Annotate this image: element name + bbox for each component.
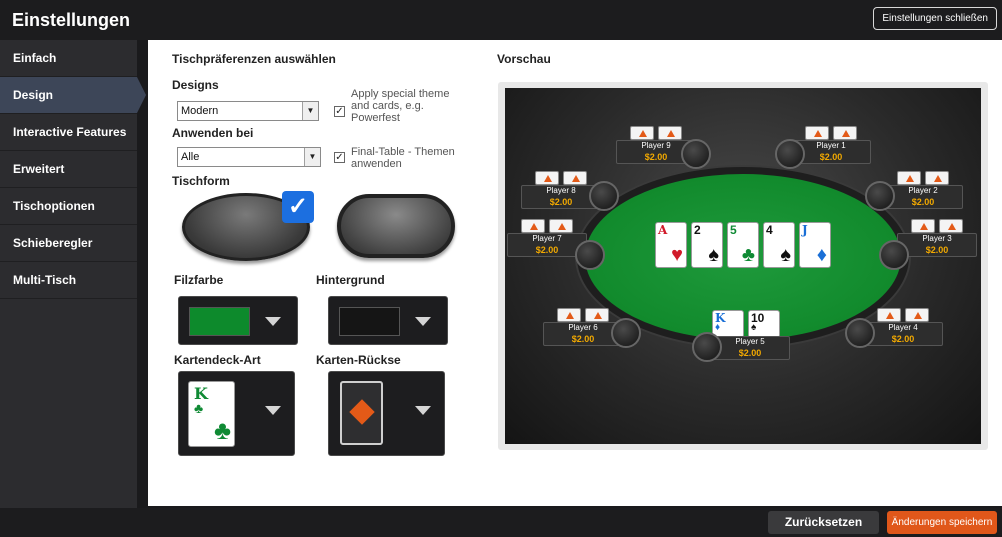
player-seat: Player 4 $2.00 bbox=[863, 308, 943, 346]
chevron-down-icon bbox=[265, 317, 281, 326]
table-shape-rounded-option[interactable] bbox=[337, 194, 455, 258]
sidebar-item-multi-tisch[interactable]: Multi-Tisch bbox=[0, 262, 137, 299]
apply-theme-label: Apply special theme and cards, e.g. Powe… bbox=[351, 88, 450, 124]
card-deck-sample: K ♣ ♣ bbox=[188, 381, 235, 447]
sidebar-item-erweitert[interactable]: Erweitert bbox=[0, 151, 137, 188]
dealer-button-icon bbox=[865, 181, 895, 211]
sidebar-item-tischoptionen[interactable]: Tischoptionen bbox=[0, 188, 137, 225]
sidebar-item-schieberegler[interactable]: Schieberegler bbox=[0, 225, 137, 262]
save-changes-button[interactable]: Änderungen speichern bbox=[887, 511, 997, 534]
final-table-checkbox[interactable]: ✓ bbox=[334, 152, 345, 163]
community-card: J ♦ bbox=[799, 222, 831, 268]
dealer-button-icon bbox=[775, 139, 805, 169]
dealer-button-icon bbox=[692, 332, 722, 362]
community-card: 2 ♠ bbox=[691, 222, 723, 268]
diamond-icon bbox=[349, 399, 375, 425]
card-deck-picker[interactable]: K ♣ ♣ bbox=[178, 371, 295, 456]
player-seat: Player 2 $2.00 bbox=[883, 171, 963, 209]
table-shape-label: Tischform bbox=[172, 174, 230, 188]
apply-at-label: Anwenden bei bbox=[172, 126, 254, 140]
final-table-label: Final-Table - Themen anwenden bbox=[351, 146, 455, 170]
community-card: 5 ♣ bbox=[727, 222, 759, 268]
close-settings-button[interactable]: Einstellungen schließen bbox=[873, 7, 997, 30]
background-picker[interactable] bbox=[328, 296, 448, 345]
dealer-button-icon bbox=[879, 240, 909, 270]
dealer-button-icon bbox=[681, 139, 711, 169]
preferences-heading: Tischpräferenzen auswählen bbox=[172, 52, 336, 66]
chevron-down-icon bbox=[415, 317, 431, 326]
felt-color-label: Filzfarbe bbox=[174, 273, 224, 287]
sidebar: Einfach Design Interactive Features Erwe… bbox=[0, 40, 146, 508]
apply-at-select-value: Alle bbox=[181, 151, 200, 163]
table-preview: A ♥ 2 ♠ 5 ♣ 4 ♠ J ♦ K ♦ 10 ♠ Player 9 $2… bbox=[498, 82, 988, 450]
designs-select[interactable]: Modern ▼ bbox=[177, 101, 319, 121]
designs-label: Designs bbox=[172, 78, 219, 92]
reset-button[interactable]: Zurücksetzen bbox=[768, 511, 879, 534]
designs-select-value: Modern bbox=[181, 105, 219, 117]
felt-color-swatch bbox=[189, 307, 250, 336]
background-swatch bbox=[339, 307, 400, 336]
preview-scene: A ♥ 2 ♠ 5 ♣ 4 ♠ J ♦ K ♦ 10 ♠ Player 9 $2… bbox=[505, 88, 981, 444]
player-seat: Player 5 $2.00 bbox=[710, 330, 790, 360]
sidebar-item-design[interactable]: Design bbox=[0, 77, 146, 114]
sidebar-item-interactive-features[interactable]: Interactive Features bbox=[0, 114, 137, 151]
chevron-down-icon: ▼ bbox=[304, 148, 320, 166]
card-back-label: Karten-Rückse bbox=[316, 353, 401, 367]
dealer-button-icon bbox=[589, 181, 619, 211]
apply-at-select[interactable]: Alle ▼ bbox=[177, 147, 321, 167]
card-back-picker[interactable] bbox=[328, 371, 445, 456]
chevron-down-icon bbox=[265, 406, 281, 415]
card-back-sample bbox=[340, 381, 383, 445]
preview-heading: Vorschau bbox=[497, 52, 551, 66]
chevron-down-icon bbox=[415, 406, 431, 415]
dealer-button-icon bbox=[575, 240, 605, 270]
felt-color-picker[interactable] bbox=[178, 296, 298, 345]
window-title: Einstellungen bbox=[12, 10, 131, 30]
title-bar: Einstellungen Einstellungen schließen bbox=[0, 0, 1002, 40]
community-card: 4 ♠ bbox=[763, 222, 795, 268]
dealer-button-icon bbox=[611, 318, 641, 348]
selected-check-icon: ✓ bbox=[282, 191, 314, 223]
club-icon: ♣ bbox=[213, 415, 231, 445]
community-card: A ♥ bbox=[655, 222, 687, 268]
dealer-button-icon bbox=[845, 318, 875, 348]
club-icon: ♣ bbox=[194, 400, 204, 416]
sidebar-item-einfach[interactable]: Einfach bbox=[0, 40, 137, 77]
background-label: Hintergrund bbox=[316, 273, 385, 287]
apply-theme-checkbox[interactable]: ✓ bbox=[334, 106, 345, 117]
chevron-down-icon: ▼ bbox=[302, 102, 318, 120]
card-deck-label: Kartendeck-Art bbox=[174, 353, 261, 367]
player-seat: Player 3 $2.00 bbox=[897, 219, 977, 257]
